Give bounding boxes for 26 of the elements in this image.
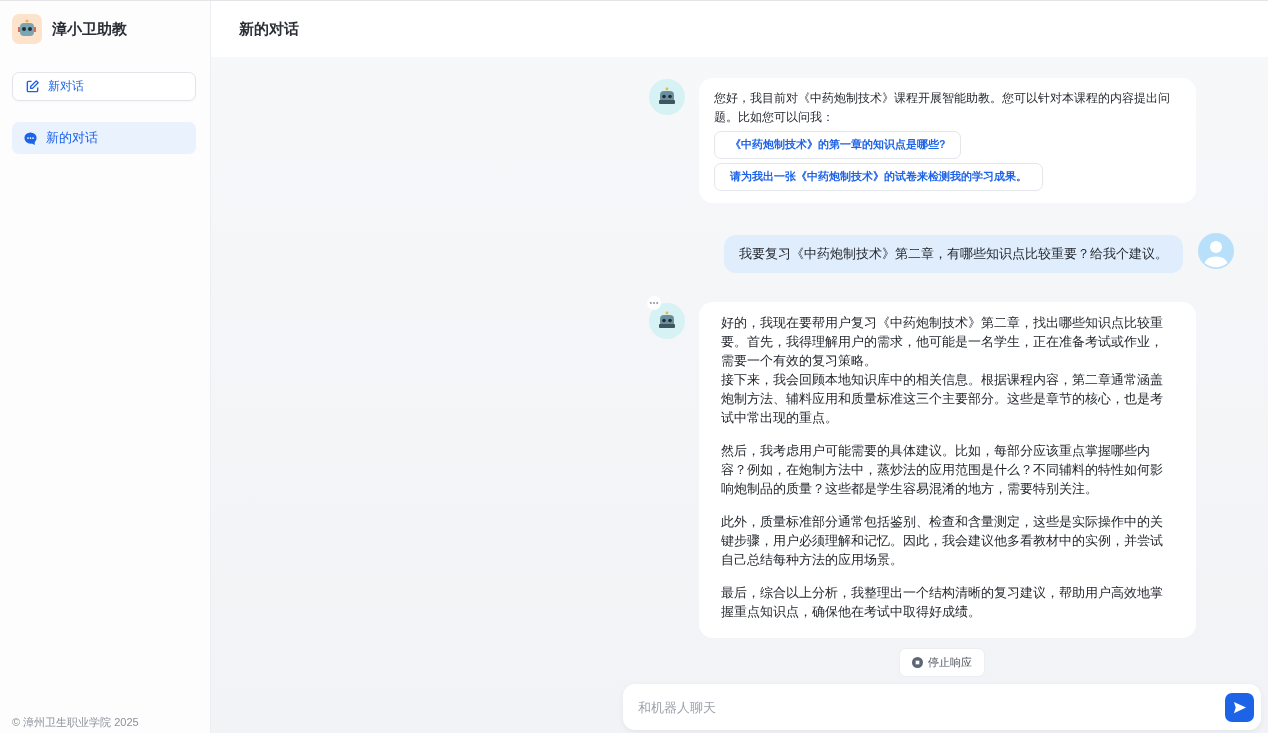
stop-response-button[interactable]: 停止响应 (899, 648, 985, 677)
response-paragraph: 接下来，我会回顾本地知识库中的相关信息。根据课程内容，第二章通常涵盖炮制方法、辅料应用和质量标准这三个主要部分。这些是章节的核心，也是考试中常出现的重点。 (721, 372, 1164, 427)
suggested-question[interactable]: 《中药炮制技术》的第一章的知识点是哪些? (714, 131, 962, 159)
robot-avatar-icon (649, 79, 685, 115)
robot-avatar-icon (649, 303, 685, 339)
message-text: 我要复习《中药炮制技术》第二章，有哪些知识点比较重要？给我个建议。 (739, 246, 1168, 261)
response-paragraph: 然后，我考虑用户可能需要的具体建议。比如，每部分应该重点掌握哪些内容？例如，在炮制方法中，蒸炒法的应用范围是什么？不同辅料的特性如何影响炮制品的质量？这些都是学生容易混淆的地方，需要特别关注。 (721, 443, 1164, 498)
send-button[interactable] (1225, 692, 1254, 722)
response-paragraph: 好的，我现在要帮用户复习《中药炮制技术》第二章，找出哪些知识点比较重要。首先，我得理解用户的需求，他可能是一名学生，正在准备考试或作业，需要一个有效的复习策略。 (721, 315, 1164, 370)
response-paragraph: 此外，质量标准部分通常包括鉴别、检查和含量测定，这些是实际操作中的关键步骤，用户必须理解和记忆。因此，我会建议他多看教材中的实例，并尝试自己总结每种方法的应用场景。 (721, 514, 1164, 569)
new-chat-button[interactable]: 新对话 (12, 72, 196, 101)
chat-bubble-icon (23, 130, 38, 146)
chat-input-box[interactable]: 和机器人聊天 (623, 684, 1261, 730)
conversation-item[interactable]: 新的对话 (12, 122, 196, 154)
conversation-title: 新的对话 (239, 19, 299, 39)
copyright-text: © 漳州卫生职业学院 2025 (12, 715, 140, 730)
stop-icon (912, 657, 923, 668)
user-avatar-icon (1198, 233, 1234, 269)
robot-logo-icon (12, 14, 42, 44)
suggested-question[interactable]: 请为我出一张《中药炮制技术》的试卷来检测我的学习成果。 (714, 163, 1043, 191)
send-icon (1232, 699, 1247, 715)
message-text: 您好，我目前对《中药炮制技术》课程开展智能助教。您可以针对本课程的内容提出问题。比如您可以问我： (714, 90, 1171, 126)
chat-input-field[interactable]: 和机器人聊天 (636, 698, 1225, 716)
app-name: 漳小卫助教 (52, 19, 127, 39)
response-paragraph: 最后，综合以上分析，我整理出一个结构清晰的复习建议，帮助用户高效地掌握重点知识点，确保他在考试中取得好成绩。 (721, 585, 1164, 621)
edit-icon (25, 79, 40, 94)
